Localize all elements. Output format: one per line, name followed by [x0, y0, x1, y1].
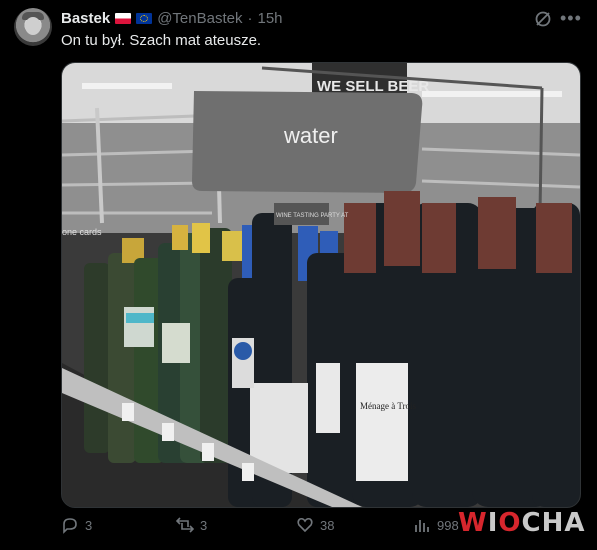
like-icon: [297, 517, 313, 533]
separator-dot: ·: [247, 9, 253, 27]
repost-icon: [176, 517, 194, 533]
repost-count: 3: [200, 517, 208, 533]
tasting-label-text: WINE TASTING PARTY AT: [276, 213, 349, 219]
views-button[interactable]: 998: [413, 516, 459, 534]
watermark-o: O: [498, 508, 522, 538]
reply-icon: [63, 518, 77, 534]
poland-flag-icon: [115, 12, 132, 24]
watermark-cha: CHA: [521, 508, 586, 538]
menage-label-text: Ménage à Trois: [360, 401, 416, 411]
water-sign-text: water: [283, 123, 338, 148]
ceiling-text: one cards: [62, 227, 102, 237]
watermark-w: W: [458, 508, 488, 538]
repost-button[interactable]: 3: [176, 516, 207, 534]
views-icon: [415, 520, 429, 532]
tweet-header: Bastek @TenBastek · 15h: [61, 9, 283, 27]
eu-flag-icon: [136, 12, 153, 24]
like-count: 38: [320, 517, 335, 533]
reply-count: 3: [85, 517, 93, 533]
tweet-image[interactable]: WE SELL BEER water one cards Ménage à Tr…: [61, 62, 581, 508]
tweet-time[interactable]: 15h: [257, 10, 282, 27]
grok-icon[interactable]: [534, 10, 552, 28]
like-button[interactable]: 38: [296, 516, 334, 534]
avatar-face: [25, 17, 41, 35]
tweet-text: On tu był. Szach mat ateusze.: [61, 32, 262, 49]
watermark-logo: WIOCHA: [458, 508, 585, 538]
watermark-i: I: [487, 508, 499, 538]
reply-button[interactable]: 3: [61, 516, 92, 534]
author-handle[interactable]: @TenBastek: [157, 10, 242, 27]
more-icon[interactable]: •••: [560, 8, 582, 29]
author-name[interactable]: Bastek: [61, 10, 110, 27]
views-count: 998: [437, 517, 459, 533]
author-avatar[interactable]: [14, 8, 52, 46]
